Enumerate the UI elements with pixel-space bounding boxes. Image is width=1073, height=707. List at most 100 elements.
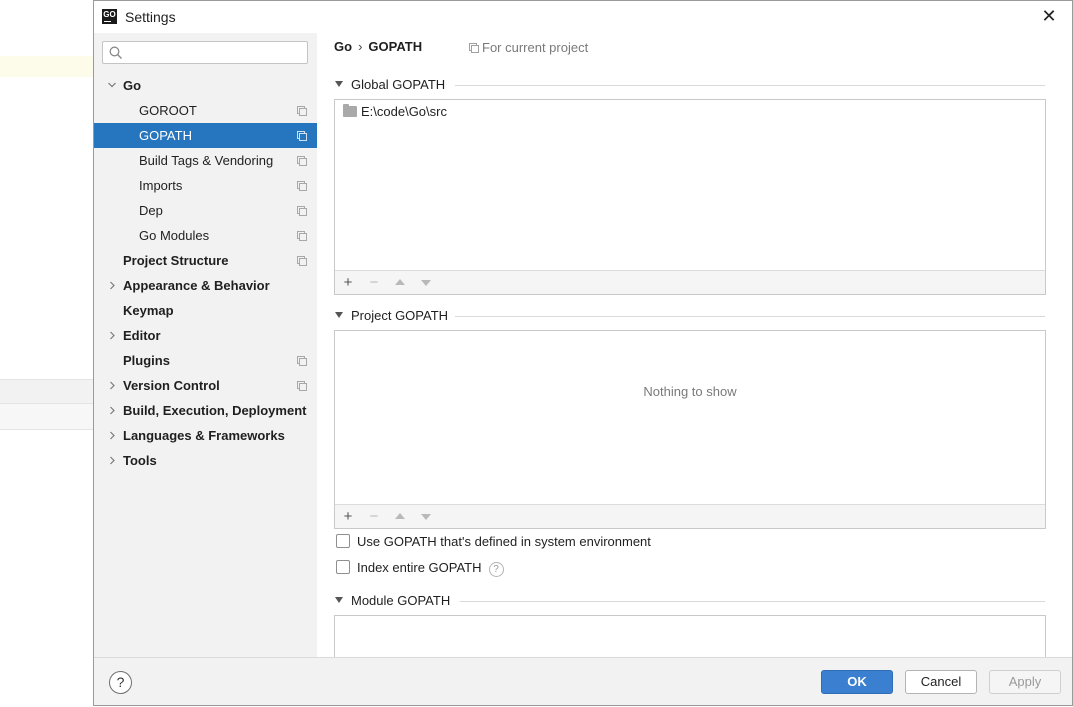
global-gopath-list[interactable]: E:\code\Go\src + − bbox=[334, 99, 1046, 295]
remove-button[interactable]: − bbox=[366, 275, 382, 291]
gopath-entry: E:\code\Go\src bbox=[361, 104, 447, 119]
scope-label: For current project bbox=[482, 40, 589, 55]
project-scope-icon bbox=[297, 356, 307, 366]
sidebar-item-gopath[interactable]: GOPATH bbox=[94, 123, 317, 148]
global-gopath-title: Global GOPATH bbox=[351, 77, 446, 92]
close-button[interactable]: ✕ bbox=[1040, 7, 1058, 25]
section-divider bbox=[455, 316, 1045, 317]
index-entire-gopath-checkbox[interactable] bbox=[336, 560, 350, 574]
chevron-right-icon[interactable] bbox=[107, 448, 117, 483]
project-scope-icon bbox=[297, 381, 307, 391]
sidebar-item-label: Appearance & Behavior bbox=[123, 278, 270, 293]
project-scope-icon bbox=[297, 206, 307, 216]
project-scope-icon bbox=[469, 43, 479, 53]
sidebar-item-plugins[interactable]: Plugins bbox=[94, 348, 317, 373]
background-editor-highlight bbox=[0, 56, 93, 77]
sidebar-item-label: Project Structure bbox=[123, 253, 229, 268]
sidebar-item-go[interactable]: Go bbox=[94, 73, 317, 98]
sidebar-item-project-structure[interactable]: Project Structure bbox=[94, 248, 317, 273]
sidebar-item-imports[interactable]: Imports bbox=[94, 173, 317, 198]
help-button[interactable]: ? bbox=[109, 671, 132, 694]
project-gopath-toolbar: + − bbox=[335, 504, 1045, 528]
collapse-triangle-icon bbox=[335, 312, 343, 318]
folder-icon bbox=[343, 104, 357, 117]
sidebar-item-build-tags-vendoring[interactable]: Build Tags & Vendoring bbox=[94, 148, 317, 173]
search-icon bbox=[109, 46, 122, 59]
breadcrumb-separator: › bbox=[358, 39, 363, 54]
sidebar-item-goroot[interactable]: GOROOT bbox=[94, 98, 317, 123]
gopath-settings-panel: Go › GOPATH For current project Global GOP… bbox=[317, 33, 1072, 657]
use-system-gopath-checkbox[interactable] bbox=[336, 534, 350, 548]
breadcrumb-parent[interactable]: Go bbox=[334, 39, 352, 54]
project-gopath-title: Project GOPATH bbox=[351, 308, 449, 323]
collapse-triangle-icon bbox=[335, 597, 343, 603]
search-input[interactable] bbox=[127, 44, 303, 61]
sidebar-item-label: Go bbox=[123, 78, 142, 93]
sidebar-item-tools[interactable]: Tools bbox=[94, 448, 317, 473]
section-divider bbox=[460, 601, 1045, 602]
project-scope-icon bbox=[297, 131, 307, 141]
settings-dialog: GO Settings ✕ Go GOROOT GOPATH Build Tags &… bbox=[93, 0, 1073, 706]
project-gopath-header[interactable]: Project GOPATH bbox=[335, 308, 448, 324]
sidebar-item-label: Tools bbox=[123, 453, 157, 468]
goland-app-icon: GO bbox=[102, 9, 117, 24]
use-system-gopath-option[interactable]: Use GOPATH that's defined in system envi… bbox=[336, 534, 651, 552]
sidebar-item-label: Build Tags & Vendoring bbox=[139, 153, 274, 168]
project-scope-icon bbox=[297, 181, 307, 191]
sidebar-item-label: Version Control bbox=[123, 378, 220, 393]
sidebar-item-label: Keymap bbox=[123, 303, 174, 318]
sidebar-item-languages-frameworks[interactable]: Languages & Frameworks bbox=[94, 423, 317, 448]
add-button[interactable]: + bbox=[340, 275, 356, 291]
help-icon[interactable]: ? bbox=[488, 562, 504, 577]
sidebar-item-build-execution-deployment[interactable]: Build, Execution, Deployment bbox=[94, 398, 317, 423]
empty-list-text: Nothing to show bbox=[643, 384, 737, 399]
remove-button[interactable]: − bbox=[366, 509, 382, 525]
project-gopath-list[interactable]: Nothing to show + − bbox=[334, 330, 1046, 529]
sidebar-item-dep[interactable]: Dep bbox=[94, 198, 317, 223]
cancel-button[interactable]: Cancel bbox=[905, 670, 977, 694]
ok-button[interactable]: OK bbox=[821, 670, 893, 694]
add-button[interactable]: + bbox=[340, 509, 356, 525]
apply-button[interactable]: Apply bbox=[989, 670, 1061, 694]
breadcrumb: Go › GOPATH bbox=[334, 39, 422, 54]
sidebar-item-keymap[interactable]: Keymap bbox=[94, 298, 317, 323]
sidebar-item-go-modules[interactable]: Go Modules bbox=[94, 223, 317, 248]
global-gopath-header[interactable]: Global GOPATH bbox=[335, 77, 445, 93]
global-gopath-toolbar: + − bbox=[335, 270, 1045, 294]
project-scope-icon bbox=[297, 256, 307, 266]
settings-search[interactable] bbox=[102, 41, 308, 64]
settings-sidebar: Go GOROOT GOPATH Build Tags & Vendoring Impo… bbox=[94, 33, 317, 657]
breadcrumb-current: GOPATH bbox=[368, 39, 423, 54]
sidebar-item-appearance-behavior[interactable]: Appearance & Behavior bbox=[94, 273, 317, 298]
use-system-gopath-label: Use GOPATH that's defined in system envi… bbox=[357, 534, 651, 549]
background-panel-row bbox=[0, 404, 93, 430]
sidebar-item-label: GOROOT bbox=[139, 103, 197, 118]
sidebar-item-label: GOPATH bbox=[139, 128, 192, 143]
sidebar-item-version-control[interactable]: Version Control bbox=[94, 373, 317, 398]
module-gopath-title: Module GOPATH bbox=[351, 593, 451, 608]
dialog-footer: ? OK Cancel Apply bbox=[94, 657, 1072, 705]
move-down-icon[interactable] bbox=[421, 514, 431, 520]
scope-indicator: For current project bbox=[469, 40, 588, 55]
move-up-icon[interactable] bbox=[395, 513, 405, 519]
move-down-icon[interactable] bbox=[421, 280, 431, 286]
dialog-title: Settings bbox=[125, 9, 176, 25]
project-scope-icon bbox=[297, 106, 307, 116]
move-up-icon[interactable] bbox=[395, 279, 405, 285]
sidebar-item-label: Imports bbox=[139, 178, 183, 193]
index-entire-gopath-option[interactable]: Index entire GOPATH? bbox=[336, 560, 504, 578]
sidebar-item-label: Plugins bbox=[123, 353, 170, 368]
background-panel-row bbox=[0, 379, 93, 404]
sidebar-item-editor[interactable]: Editor bbox=[94, 323, 317, 348]
list-item[interactable]: E:\code\Go\src bbox=[343, 104, 447, 120]
sidebar-item-label: Languages & Frameworks bbox=[123, 428, 285, 443]
collapse-triangle-icon bbox=[335, 81, 343, 87]
title-bar: GO Settings ✕ bbox=[94, 1, 1072, 33]
project-scope-icon bbox=[297, 156, 307, 166]
section-divider bbox=[455, 85, 1045, 86]
sidebar-item-label: Build, Execution, Deployment bbox=[123, 403, 307, 418]
module-gopath-header[interactable]: Module GOPATH bbox=[335, 593, 450, 609]
module-gopath-list[interactable] bbox=[334, 615, 1046, 657]
settings-tree: Go GOROOT GOPATH Build Tags & Vendoring Impo… bbox=[94, 73, 317, 473]
index-entire-gopath-label: Index entire GOPATH bbox=[357, 560, 482, 575]
